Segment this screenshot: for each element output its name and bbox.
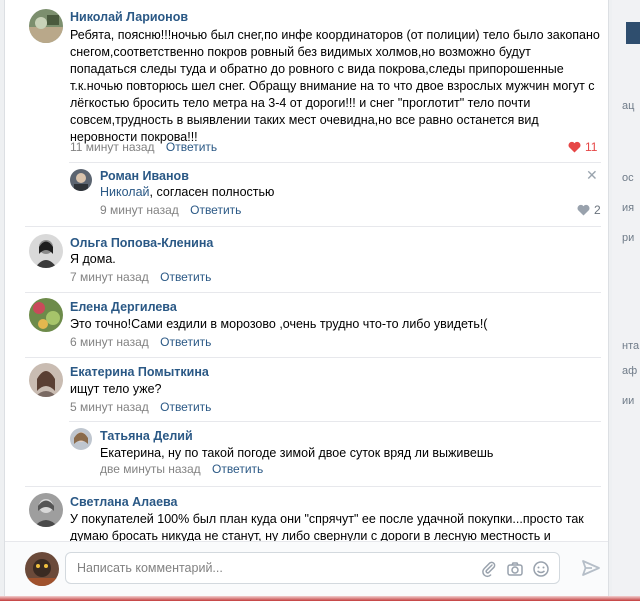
background-header-bar [626,22,640,44]
comment-meta: 6 минут назад Ответить [70,335,211,349]
comment-time[interactable]: 5 минут назад [70,400,149,414]
heart-icon [568,141,581,153]
avatar[interactable] [70,428,92,450]
comment-author[interactable]: Ольга Попова-Кленина [70,236,213,250]
avatar[interactable] [70,169,92,191]
divider [25,292,601,293]
background-text: ри [622,232,635,244]
divider [25,357,601,358]
paperclip-icon[interactable] [480,560,498,578]
comment-text: Ребята, поясню!!!ночью был снег,по инфе … [70,28,600,144]
comment-time[interactable]: две минуты назад [100,462,201,476]
reply-button[interactable]: Ответить [190,203,241,217]
like-button[interactable]: 11 [568,140,597,154]
background-text: ия [622,202,635,214]
send-icon[interactable] [581,558,601,578]
comment-time[interactable]: 6 минут назад [70,335,149,349]
heart-icon [577,204,590,216]
background-text: аф [622,365,638,377]
comment-text: Екатерина, ну по такой погоде зимой двое… [100,446,494,460]
reply-button[interactable]: Ответить [160,270,211,284]
like-count: 11 [585,140,598,154]
background-text: ии [622,395,635,407]
camera-icon[interactable] [506,560,524,578]
comment-author[interactable]: Светлана Алаева [70,495,178,509]
avatar[interactable] [29,9,63,43]
reply-button[interactable]: Ответить [166,140,217,154]
comment-author[interactable]: Николай Ларионов [70,10,188,24]
avatar[interactable] [29,493,63,527]
background-text: нта [622,340,640,352]
comment-meta: 9 минут назад Ответить [100,203,241,217]
comment-composer: Написать комментарий... [5,541,608,596]
like-button[interactable]: 2 [577,203,601,217]
background-text: ос [622,172,634,184]
comment-text: Это точно!Сами ездили в морозово ,очень … [70,317,488,331]
comment-author[interactable]: Екатерина Помыткина [70,365,209,379]
comment-text: Я дома. [70,252,116,266]
comment-author[interactable]: Роман Иванов [100,169,189,183]
divider [25,486,601,487]
comment-text: Николай, согласен полностью [100,184,580,201]
avatar[interactable] [29,234,63,268]
comment-meta: две минуты назад Ответить [100,462,263,476]
close-icon[interactable]: ✕ [586,167,598,184]
comment-text-body: , согласен полностью [149,185,275,199]
comment-author[interactable]: Елена Дергилева [70,300,177,314]
comment-meta: 7 минут назад Ответить [70,270,211,284]
divider [69,421,601,422]
background-text: ац [622,100,635,112]
comment-text: ищут тело уже? [70,382,162,396]
background-sidebar: ац ос ия ри нта аф ии [612,0,640,601]
comment-meta: 11 минут назад Ответить [70,140,217,154]
like-count: 2 [594,203,601,217]
reply-button[interactable]: Ответить [160,335,211,349]
divider [25,226,601,227]
comments-list[interactable]: Николай Ларионов Ребята, поясню!!!ночью … [5,0,608,541]
divider [69,162,601,163]
mention-link[interactable]: Николай [100,185,150,199]
current-user-avatar[interactable] [25,552,59,586]
comment-author[interactable]: Татьяна Делий [100,429,193,443]
comment-input[interactable]: Написать комментарий... [65,552,560,584]
comments-panel: Николай Ларионов Ребята, поясню!!!ночью … [4,0,609,596]
avatar[interactable] [29,363,63,397]
avatar[interactable] [29,298,63,332]
comment-input-placeholder: Написать комментарий... [77,561,223,575]
comment-time[interactable]: 9 минут назад [100,203,179,217]
smile-icon[interactable] [532,560,550,578]
comment-time[interactable]: 7 минут назад [70,270,149,284]
comment-text: У покупателей 100% был план куда они "сп… [70,512,584,541]
comment-time[interactable]: 11 минут назад [70,140,155,154]
window-bottom-edge [0,596,640,601]
comment-meta: 5 минут назад Ответить [70,400,211,414]
reply-button[interactable]: Ответить [212,462,263,476]
reply-button[interactable]: Ответить [160,400,211,414]
